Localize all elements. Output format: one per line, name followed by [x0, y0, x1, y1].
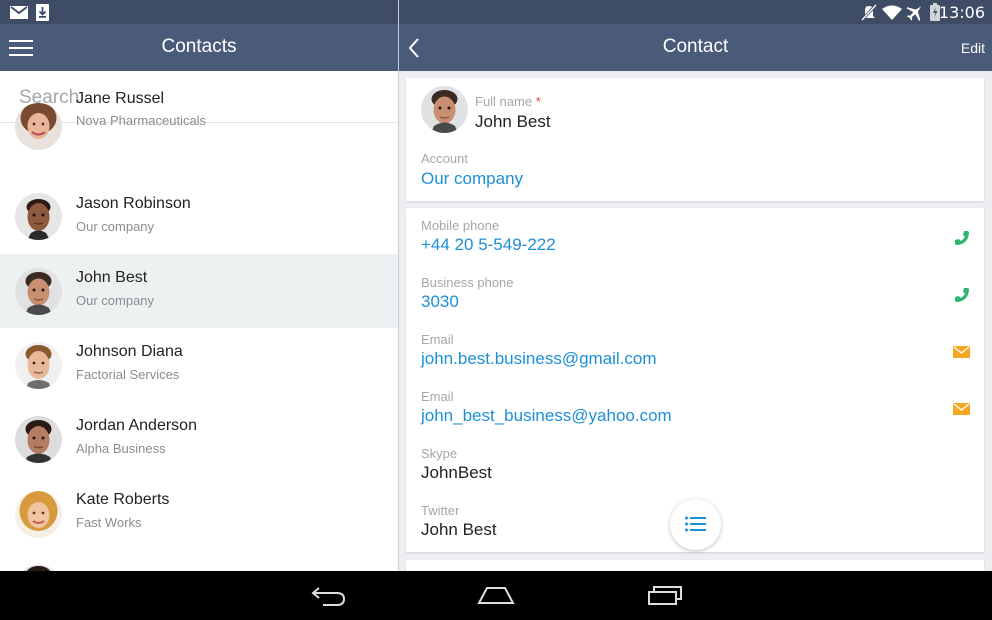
contact-name: Jason Robinson: [76, 195, 191, 212]
full-name-label: Full name *: [475, 94, 541, 109]
edit-button[interactable]: Edit: [961, 40, 985, 56]
business-phone-value[interactable]: 3030: [421, 292, 459, 312]
account-link[interactable]: Our company: [421, 169, 523, 189]
skype-label: Skype: [421, 446, 458, 461]
contacts-header: Contacts: [0, 24, 398, 71]
contact-company: Our company: [76, 219, 155, 234]
contact-avatar: [421, 86, 468, 133]
avatar: [15, 268, 62, 315]
phone-icon[interactable]: [954, 287, 970, 303]
contact-name: Jane Russel: [76, 90, 165, 107]
mobile-phone-label: Mobile phone: [421, 218, 500, 233]
list-item[interactable]: [0, 551, 398, 571]
list-item[interactable]: Jason Robinson Our company: [0, 181, 398, 255]
status-bar: 13:06: [0, 0, 992, 24]
home-icon[interactable]: [477, 585, 515, 605]
contact-header: Contact Edit: [399, 24, 992, 71]
account-label: Account: [421, 151, 468, 166]
back-icon[interactable]: [311, 585, 346, 607]
gmail-icon: [10, 6, 28, 19]
contact-company: Nova Pharmaceuticals: [76, 113, 207, 128]
twitter-value[interactable]: John Best: [421, 520, 497, 540]
list-icon: [685, 516, 706, 532]
avatar: [15, 103, 62, 150]
contacts-title: Contacts: [161, 36, 237, 57]
contact-company: Our company: [76, 293, 155, 308]
contacts-panel: Jane Russel Nova Pharmaceuticals Jason R…: [0, 71, 398, 571]
clock: 13:06: [938, 3, 985, 22]
status-bar-right: 13:06: [398, 0, 992, 24]
system-nav-bar: [0, 571, 992, 620]
list-item-selected[interactable]: John Best Our company: [0, 254, 398, 328]
contact-name: Jordan Anderson: [76, 417, 197, 434]
contact-name: Kate Roberts: [76, 491, 170, 508]
phone-icon[interactable]: [954, 230, 970, 246]
required-marker: *: [535, 94, 541, 109]
avatar: [15, 416, 62, 463]
contact-title: Contact: [662, 36, 729, 57]
email-label: Email: [421, 332, 454, 347]
contact-name: Johnson Diana: [76, 343, 183, 360]
status-bar-left: [0, 0, 398, 24]
email-value[interactable]: john_best_business@yahoo.com: [421, 406, 672, 426]
business-phone-label: Business phone: [421, 275, 514, 290]
twitter-label: Twitter: [421, 503, 460, 518]
contact-company: Factorial Services: [76, 367, 180, 382]
email-label: Email: [421, 389, 454, 404]
list-menu-button[interactable]: [670, 499, 721, 550]
avatar: [15, 193, 62, 240]
list-item[interactable]: Johnson Diana Factorial Services: [0, 329, 398, 403]
email-value[interactable]: john.best.business@gmail.com: [421, 349, 657, 369]
full-name-value[interactable]: John Best: [475, 112, 551, 132]
mobile-phone-value[interactable]: +44 20 5-549-222: [421, 235, 556, 255]
list-item[interactable]: Jordan Anderson Alpha Business: [0, 403, 398, 477]
skype-value[interactable]: JohnBest: [421, 463, 492, 483]
list-item[interactable]: Jane Russel Nova Pharmaceuticals: [0, 90, 398, 164]
mute-icon: [861, 4, 877, 21]
email-icon[interactable]: [953, 346, 970, 358]
download-icon: [36, 4, 49, 21]
list-item[interactable]: Kate Roberts Fast Works: [0, 477, 398, 551]
recents-icon[interactable]: [647, 584, 683, 606]
next-card: [406, 560, 984, 571]
avatar: [15, 491, 62, 538]
contact-company: Fast Works: [76, 515, 142, 530]
wifi-icon: [882, 5, 902, 20]
contact-name: John Best: [76, 269, 148, 286]
contact-summary-card: Full name * John Best Account Our compan…: [406, 78, 984, 201]
email-icon[interactable]: [953, 403, 970, 415]
avatar: [15, 342, 62, 389]
airplane-icon: [906, 6, 922, 21]
contact-detail-panel: Full name * John Best Account Our compan…: [399, 71, 992, 571]
contact-company: Alpha Business: [76, 441, 166, 456]
